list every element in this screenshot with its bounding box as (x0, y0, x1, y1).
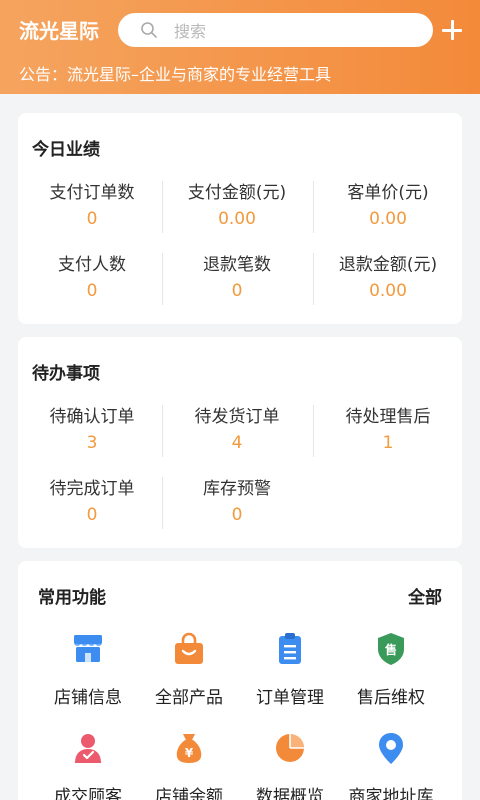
shield-icon: 售 (378, 633, 404, 665)
stat-value: 0.00 (369, 209, 407, 229)
fn-label: 售后维权 (357, 688, 425, 708)
fn-label: 全部产品 (155, 688, 223, 708)
fn-store-info[interactable]: 店铺信息 (37, 631, 139, 708)
functions-card: 常用功能 全部 店铺信息 全部产品 订单管理 售 售后维权 成交顾客 ¥ 店铺余… (18, 561, 462, 800)
customer-icon (75, 734, 101, 763)
fn-customers[interactable]: 成交顾客 (37, 730, 139, 800)
todo-value: 0 (86, 505, 98, 525)
add-icon[interactable] (440, 18, 464, 42)
stat-value: 0 (231, 281, 243, 301)
stat-value: 0 (86, 209, 98, 229)
todo-value: 3 (86, 433, 98, 453)
fn-data-overview[interactable]: 数据概览 (239, 730, 341, 800)
shield-badge-text: 售 (385, 642, 397, 657)
todo-pending-aftersale[interactable]: 待处理售后 1 (314, 405, 462, 459)
header-bar: 流光星际 搜索 公告：流光星际–企业与商家的专业经营工具 (0, 0, 480, 94)
todo-title: 待办事项 (32, 364, 100, 384)
todo-pending-confirm[interactable]: 待确认订单 3 (18, 405, 166, 459)
fn-label: 成交顾客 (54, 787, 122, 800)
fn-all-products[interactable]: 全部产品 (138, 631, 240, 708)
stat-value: 0.00 (218, 209, 256, 229)
pie-chart-icon (276, 734, 304, 762)
today-performance-title: 今日业绩 (32, 140, 100, 160)
stat-label: 支付金额(元) (187, 183, 287, 203)
todo-card: 待办事项 待确认订单 3 待发货订单 4 待处理售后 1 待完成订单 0 库存预… (18, 337, 462, 548)
today-performance-card: 今日业绩 支付订单数 0 支付金额(元) 0.00 客单价(元) 0.00 支付… (18, 113, 462, 324)
todo-value: 0 (231, 505, 243, 525)
stat-label: 支付订单数 (49, 183, 135, 203)
search-box[interactable]: 搜索 (118, 13, 433, 47)
stat-paid-amount[interactable]: 支付金额(元) 0.00 (163, 181, 311, 235)
money-badge-text: ¥ (185, 746, 194, 760)
bag-icon (175, 632, 203, 664)
fn-label: 店铺余额 (155, 787, 223, 800)
search-placeholder: 搜索 (174, 22, 207, 41)
todo-label: 待确认订单 (49, 407, 135, 427)
fn-merchant-address[interactable]: 商家地址库 (340, 730, 442, 800)
fn-after-sales[interactable]: 售 售后维权 (340, 631, 442, 708)
fn-label: 数据概览 (256, 787, 324, 800)
app-title: 流光星际 (19, 19, 99, 43)
fn-label: 订单管理 (256, 688, 324, 708)
location-icon (379, 733, 403, 764)
stat-refund-count[interactable]: 退款笔数 0 (163, 253, 311, 307)
fn-label: 商家地址库 (348, 787, 434, 800)
todo-pending-ship[interactable]: 待发货订单 4 (163, 405, 311, 459)
todo-value: 4 (231, 433, 243, 453)
stat-value: 0 (86, 281, 98, 301)
stat-label: 支付人数 (58, 255, 126, 275)
search-icon (141, 22, 157, 38)
view-all-link[interactable]: 全部 (408, 583, 442, 608)
money-bag-icon: ¥ (176, 734, 202, 763)
stat-label: 退款笔数 (203, 255, 271, 275)
clipboard-icon (279, 633, 301, 664)
fn-label: 店铺信息 (54, 688, 122, 708)
stat-paid-users[interactable]: 支付人数 0 (18, 253, 166, 307)
todo-label: 库存预警 (203, 479, 271, 499)
todo-label: 待发货订单 (194, 407, 280, 427)
todo-label: 待处理售后 (345, 407, 431, 427)
fn-order-management[interactable]: 订单管理 (239, 631, 341, 708)
todo-stock-alert[interactable]: 库存预警 0 (163, 477, 311, 531)
stat-label: 客单价(元) (347, 183, 429, 203)
notice-text: 公告：流光星际–企业与商家的专业经营工具 (19, 65, 332, 84)
store-icon (74, 635, 102, 662)
functions-title: 常用功能 (38, 588, 106, 608)
stat-value: 0.00 (369, 281, 407, 301)
todo-pending-complete[interactable]: 待完成订单 0 (18, 477, 166, 531)
stat-paid-orders[interactable]: 支付订单数 0 (18, 181, 166, 235)
stat-refund-amount[interactable]: 退款金额(元) 0.00 (314, 253, 462, 307)
stat-avg-price[interactable]: 客单价(元) 0.00 (314, 181, 462, 235)
todo-value: 1 (382, 433, 394, 453)
todo-label: 待完成订单 (49, 479, 135, 499)
stat-label: 退款金额(元) (338, 255, 438, 275)
fn-store-balance[interactable]: ¥ 店铺余额 (138, 730, 240, 800)
